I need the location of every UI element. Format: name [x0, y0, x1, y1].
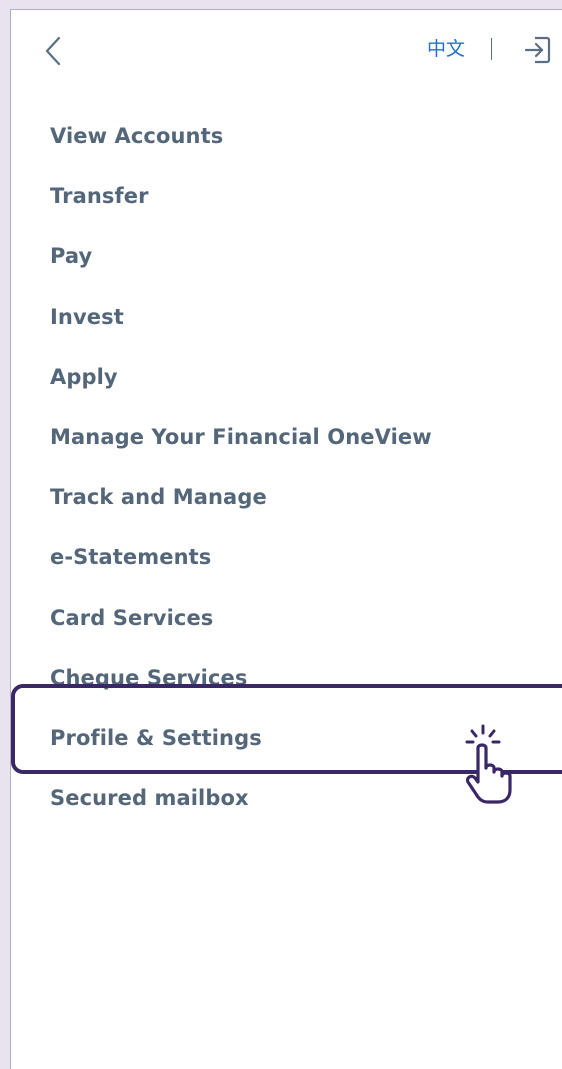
menu-item-card-services[interactable]: Card Services: [11, 588, 562, 648]
logout-button[interactable]: [523, 34, 553, 66]
menu-item-transfer[interactable]: Transfer: [11, 166, 562, 226]
header-divider: [491, 38, 492, 60]
menu-item-secured-mailbox[interactable]: Secured mailbox: [11, 768, 562, 828]
main-menu: View Accounts Transfer Pay Invest Apply …: [11, 106, 562, 828]
menu-item-e-statements[interactable]: e-Statements: [11, 527, 562, 587]
menu-item-track-and-manage[interactable]: Track and Manage: [11, 467, 562, 527]
navigation-drawer: 中文 View Accounts Transfer Pay Invest App…: [10, 9, 562, 1069]
menu-item-cheque-services[interactable]: Cheque Services: [11, 648, 562, 708]
menu-item-profile-settings[interactable]: Profile & Settings: [11, 708, 562, 768]
menu-item-view-accounts[interactable]: View Accounts: [11, 106, 562, 166]
back-button[interactable]: [41, 34, 67, 68]
menu-item-financial-oneview[interactable]: Manage Your Financial OneView: [11, 407, 562, 467]
logout-icon: [524, 36, 551, 64]
menu-item-pay[interactable]: Pay: [11, 226, 562, 286]
menu-item-apply[interactable]: Apply: [11, 347, 562, 407]
language-toggle-link[interactable]: 中文: [427, 37, 465, 61]
menu-item-invest[interactable]: Invest: [11, 287, 562, 347]
chevron-left-icon: [45, 36, 61, 66]
